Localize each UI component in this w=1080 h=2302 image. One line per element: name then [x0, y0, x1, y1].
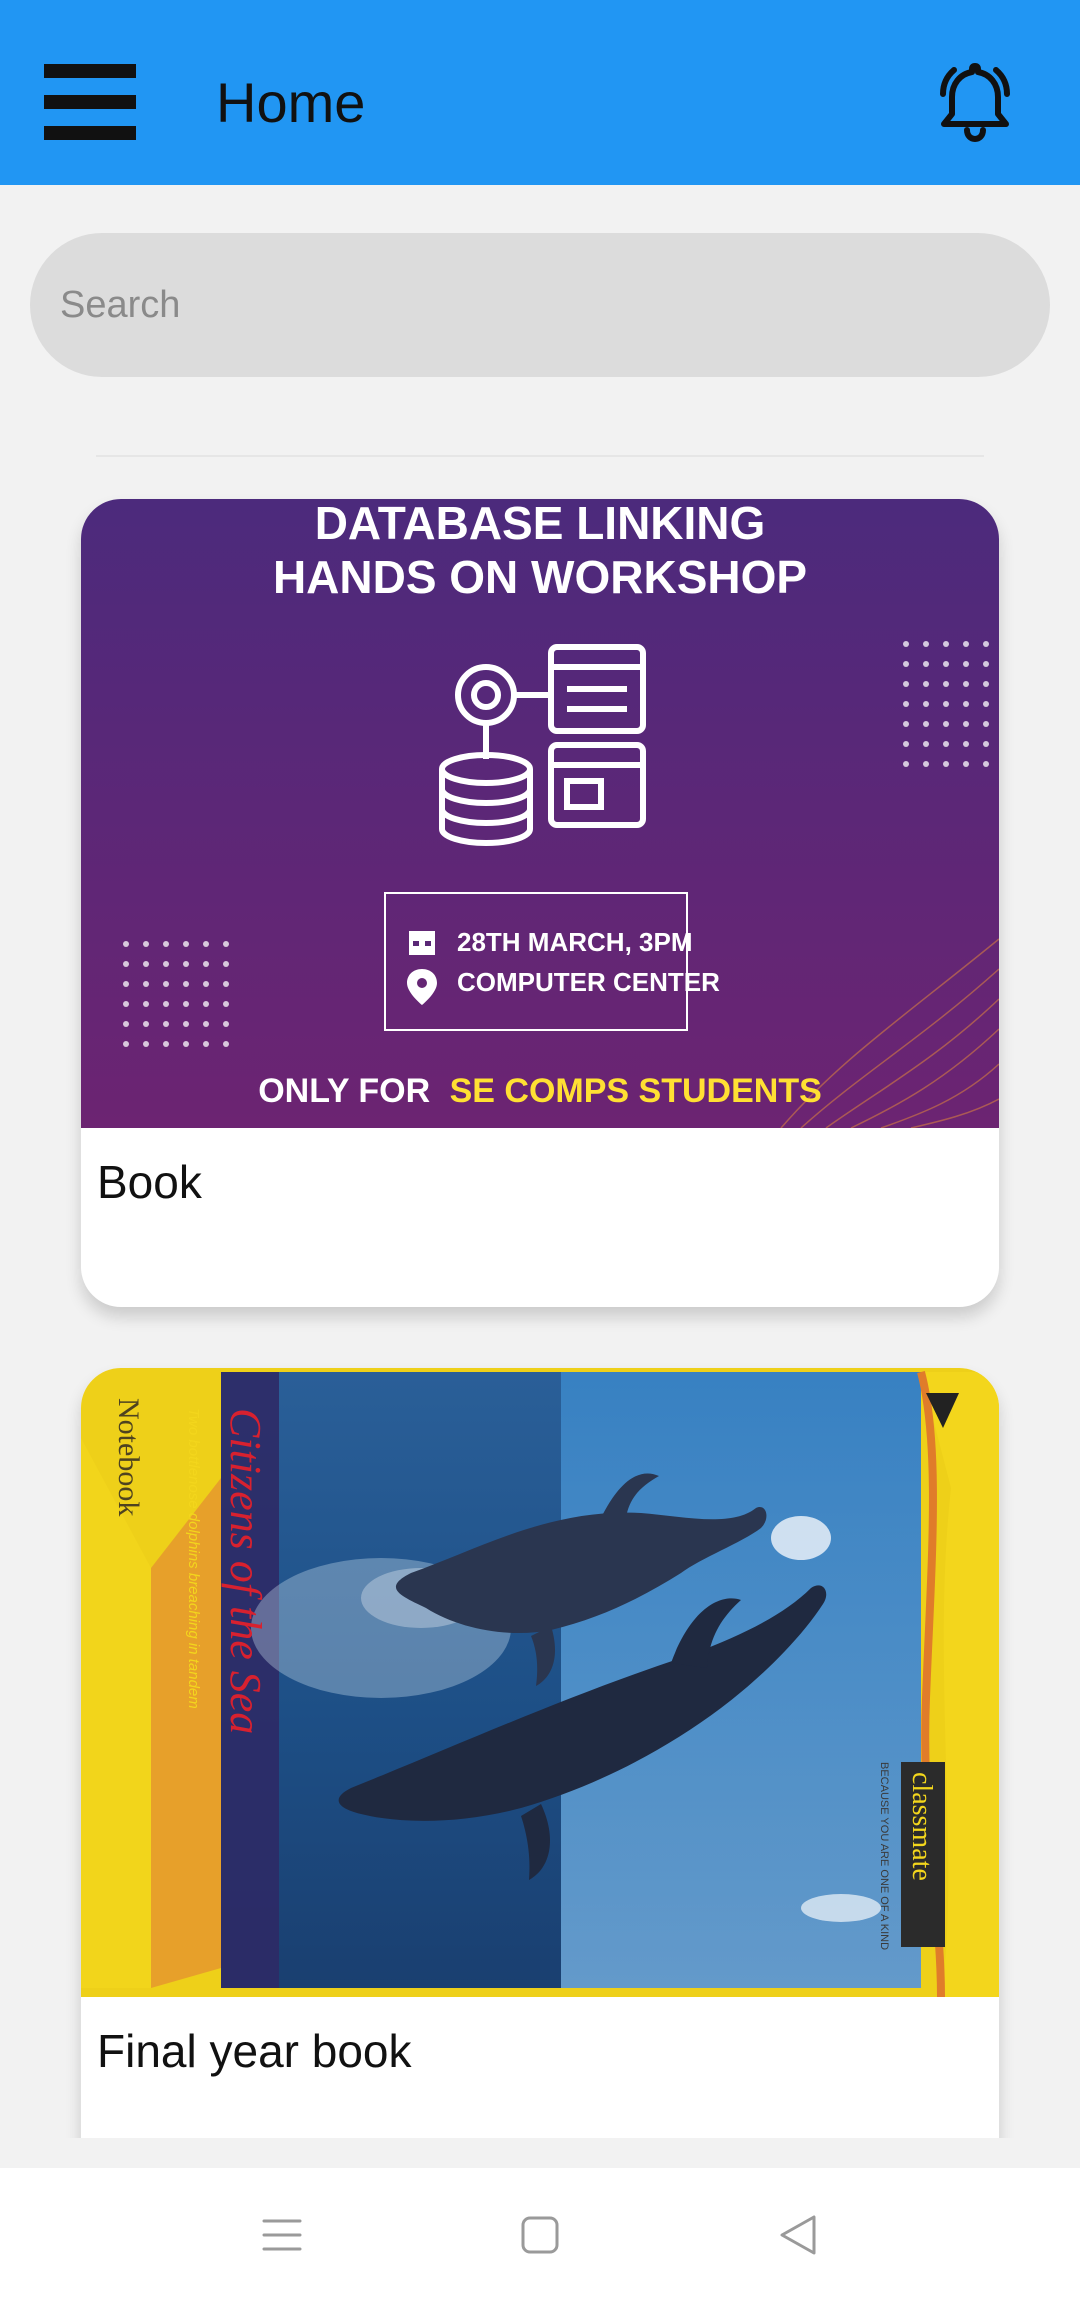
book-feed[interactable]: DATABASE LINKING HANDS ON WORKSHOP 28TH … — [0, 470, 1080, 2138]
poster-footer-prefix: ONLY FOR — [258, 1072, 430, 1110]
recent-apps-icon — [262, 2219, 302, 2251]
cover-brand-tagline: BECAUSE YOU ARE ONE OF A KIND — [878, 1762, 890, 1950]
event-location: COMPUTER CENTER — [457, 967, 720, 997]
back-button[interactable] — [758, 2198, 838, 2272]
search-bar — [30, 233, 1050, 377]
hamburger-menu-icon — [44, 64, 136, 78]
back-triangle-icon — [780, 2215, 816, 2255]
book-cover-image: DATABASE LINKING HANDS ON WORKSHOP 28TH … — [81, 499, 999, 1128]
book-card[interactable]: DATABASE LINKING HANDS ON WORKSHOP 28TH … — [81, 499, 999, 1307]
cover-brand: classmate — [906, 1772, 937, 1881]
hamburger-menu-icon-bar — [44, 126, 136, 140]
search-input[interactable] — [60, 233, 1020, 377]
system-navigation-bar — [0, 2168, 1080, 2302]
recent-apps-button[interactable] — [242, 2198, 322, 2272]
app-bar: Home — [0, 0, 1080, 185]
book-title: Book — [97, 1156, 202, 1208]
poster-heading-line1: DATABASE LINKING — [315, 499, 766, 549]
dot-pattern — [889, 637, 989, 767]
hamburger-menu-icon-bar — [44, 95, 136, 109]
home-button[interactable] — [500, 2198, 580, 2272]
cover-title: Citizens of the Sea — [221, 1408, 270, 1734]
page-title: Home — [216, 71, 366, 134]
home-square-icon — [521, 2216, 559, 2254]
cover-subtitle: Two bottlenose dolphins breaching in tan… — [185, 1408, 202, 1709]
bell-icon — [940, 63, 1010, 143]
event-date-time: 28TH MARCH, 3PM — [457, 927, 692, 957]
cover-side-label: Notebook — [112, 1398, 145, 1516]
book-card[interactable]: Citizens of the Sea Two bottlenose dolph… — [81, 1368, 999, 2138]
calendar-icon — [409, 931, 435, 955]
menu-button[interactable] — [44, 64, 136, 140]
poster-footer: ONLY FOR SE COMPS STUDENTS — [258, 1072, 822, 1110]
poster-footer-highlight: SE COMPS STUDENTS — [450, 1072, 822, 1110]
notifications-button[interactable] — [930, 56, 1020, 146]
dot-pattern — [113, 927, 237, 1053]
book-title: Final year book — [97, 2025, 412, 2077]
book-cover-image: Citizens of the Sea Two bottlenose dolph… — [81, 1368, 999, 1997]
poster-heading-line2: HANDS ON WORKSHOP — [273, 551, 807, 603]
divider — [96, 455, 984, 457]
